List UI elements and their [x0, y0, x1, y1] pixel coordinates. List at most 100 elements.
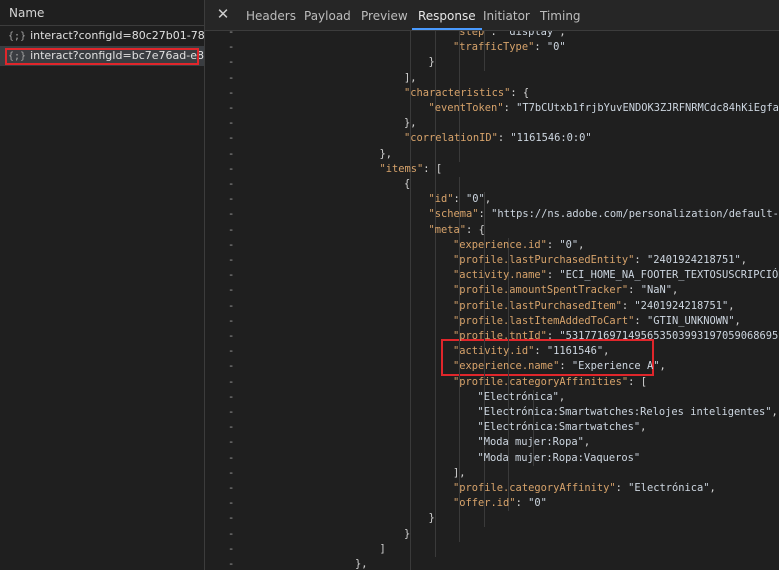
response-body[interactable]: - "step": "display", - "trafficType": "0" -}…	[205, 31, 779, 570]
json-separator: :	[515, 497, 529, 510]
json-punct: ,	[659, 360, 666, 373]
json-punct: {	[522, 86, 530, 99]
gutter-mark: -	[228, 86, 235, 99]
json-separator: :	[453, 193, 467, 206]
json-value: "Experience A"	[571, 360, 660, 373]
request-item[interactable]: {;}interact?configId=80c27b01-78e6-...	[0, 26, 204, 46]
gutter-mark: -	[228, 102, 235, 114]
gutter-mark: -	[228, 330, 235, 342]
json-punct: },	[379, 147, 393, 160]
json-punct: ,	[709, 482, 716, 494]
tab-headers[interactable]: Headers	[246, 0, 296, 30]
gutter-mark: -	[228, 558, 235, 570]
json-key: "experience.id"	[453, 238, 547, 251]
gutter-mark: -	[228, 71, 235, 84]
close-icon[interactable]: ✕	[215, 6, 231, 22]
gutter-mark: -	[228, 390, 235, 403]
code-line: - "profile.lastPurchasedEntity": "2401924…	[205, 253, 779, 268]
code-line: -},	[205, 557, 779, 570]
name-column-header[interactable]: Name	[0, 0, 204, 26]
json-key: "id"	[428, 193, 454, 206]
json-separator: :	[628, 375, 641, 388]
json-punct: ,	[771, 406, 778, 418]
gutter-mark: -	[228, 238, 235, 251]
json-value: "531771697149565350399319705906869593	[559, 330, 779, 342]
tab-initiator[interactable]: Initiator	[483, 0, 530, 30]
json-punct: ,	[740, 254, 748, 266]
json-separator: :	[534, 345, 547, 358]
gutter-mark: -	[228, 345, 235, 358]
json-value: "2401924218751"	[634, 299, 729, 312]
request-item-selected[interactable]: {;}interact?configId=bc7e76ad-e8e3-...	[0, 46, 204, 66]
gutter-mark: -	[228, 466, 235, 479]
json-icon: {;}	[8, 51, 27, 62]
tab-timing[interactable]: Timing	[540, 0, 581, 30]
gutter-mark: -	[228, 178, 235, 190]
json-separator: :	[615, 482, 629, 494]
json-separator: :	[466, 223, 479, 236]
gutter-mark: -	[228, 421, 235, 434]
json-separator: :	[497, 132, 511, 145]
code-line: -],	[205, 71, 779, 86]
json-separator: :	[478, 208, 492, 221]
json-value: "display"	[503, 31, 560, 38]
json-value: "0"	[466, 193, 485, 206]
json-separator: :	[546, 238, 560, 251]
json-key: "meta"	[428, 223, 467, 236]
code-line: - "eventToken": "T7bCUtxb1frjbYuvENDOK3ZJ…	[205, 101, 779, 116]
code-line: - "offer.id": "0"	[205, 496, 779, 511]
gutter-mark: -	[228, 406, 235, 418]
json-separator: :	[628, 284, 641, 297]
json-key: "offer.id"	[453, 497, 516, 510]
json-key: "characteristics"	[404, 86, 511, 99]
json-punct: ,	[578, 238, 585, 251]
json-punct: ,	[484, 193, 492, 206]
json-key: "profile.lastPurchasedEntity"	[453, 254, 635, 266]
json-value: "https://ns.adobe.com/personalization/de…	[491, 208, 779, 221]
gutter-mark: -	[228, 375, 235, 388]
json-key: "profile.tntId"	[453, 330, 547, 342]
code-line: - "schema": "https://ns.adobe.com/persona…	[205, 207, 779, 222]
json-punct: },	[404, 117, 417, 130]
code-line: - "id": "0",	[205, 192, 779, 207]
tab-preview[interactable]: Preview	[361, 0, 408, 30]
code-line: -{	[205, 177, 779, 192]
tab-response[interactable]: Response	[412, 0, 482, 30]
json-key: "profile.lastPurchasedItem"	[453, 299, 622, 312]
code-line: - "Moda mujer:Ropa:Vaqueros"	[205, 451, 779, 466]
json-separator: :	[423, 162, 436, 175]
json-key: "profile.categoryAffinity"	[453, 482, 616, 494]
gutter-mark: -	[228, 208, 235, 221]
json-value: "Electrónica:Smartwatches:Relojes inteli…	[477, 406, 772, 418]
gutter-mark: -	[228, 451, 235, 464]
request-label: interact?configId=80c27b01-78e6-...	[30, 29, 204, 42]
json-punct: ,	[734, 314, 741, 327]
json-value: "GTIN_UNKNOWN"	[646, 314, 735, 327]
json-value: "Moda mujer:Ropa:Vaqueros"	[477, 451, 641, 464]
gutter-mark: -	[228, 284, 235, 297]
code-line: - "profile.amountSpentTracker": "NaN",	[205, 283, 779, 298]
json-punct: ,	[728, 299, 735, 312]
tab-payload[interactable]: Payload	[304, 0, 351, 30]
json-punct: ,	[671, 284, 679, 297]
json-key: "eventToken"	[428, 102, 504, 114]
json-separator: :	[546, 269, 560, 282]
json-value: "0"	[528, 497, 547, 510]
request-list-panel: Name {;}interact?configId=80c27b01-78e6-…	[0, 0, 205, 570]
json-value: "Electrónica"	[628, 482, 710, 494]
code-line: -]	[205, 542, 779, 557]
gutter-mark: -	[228, 117, 235, 130]
json-value: "1161546:0:0"	[510, 132, 592, 145]
json-punct: {	[404, 178, 411, 190]
json-punct: ],	[404, 71, 417, 84]
gutter-mark: -	[228, 527, 235, 540]
json-value: "Moda mujer:Ropa"	[477, 436, 584, 449]
code-line: - "characteristics": {	[205, 86, 779, 101]
gutter-mark: -	[228, 314, 235, 327]
json-punct: },	[355, 558, 368, 570]
json-punct: {	[478, 223, 485, 236]
json-key: "step"	[453, 31, 491, 38]
json-key: "schema"	[428, 208, 479, 221]
json-separator: :	[534, 41, 547, 54]
json-key: "correlationID"	[404, 132, 498, 145]
